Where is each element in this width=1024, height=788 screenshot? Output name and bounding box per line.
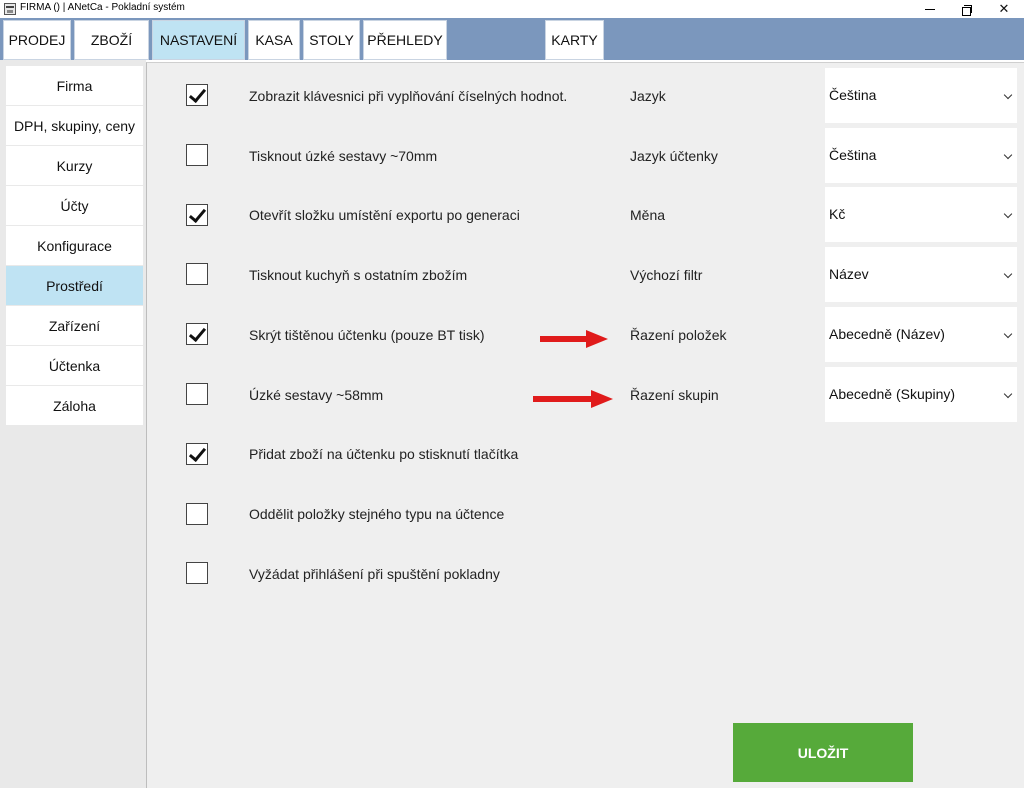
tab-karty[interactable]: KARTY xyxy=(545,20,604,60)
field-label-jazyk: Jazyk xyxy=(630,88,666,104)
option-label: Skrýt tištěnou účtenku (pouze BT tisk) xyxy=(249,327,485,343)
restore-icon xyxy=(961,4,972,16)
checkbox-print-kitchen[interactable] xyxy=(186,263,208,285)
field-label-mena: Měna xyxy=(630,207,666,223)
option-label: Zobrazit klávesnici při vyplňování čísel… xyxy=(249,88,568,104)
title-bar: FIRMA () | ANetCa - Pokladní systém ✕ xyxy=(0,0,1024,18)
checkbox-require-login[interactable] xyxy=(186,562,208,584)
group-sort-select[interactable]: Abecedně (Skupiny) xyxy=(825,367,1017,422)
sidebar-item-zarizeni[interactable]: Zařízení xyxy=(6,306,143,345)
select-value: Abecedně (Název) xyxy=(829,326,945,342)
sidebar-item-ucty[interactable]: Účty xyxy=(6,186,143,225)
default-filter-select[interactable]: Název xyxy=(825,247,1017,302)
checkbox-add-item-on-press[interactable] xyxy=(186,443,208,465)
chevron-down-icon xyxy=(1003,150,1013,160)
language-select[interactable]: Čeština xyxy=(825,68,1017,123)
tab-zbozi[interactable]: ZBOŽÍ xyxy=(74,20,149,60)
tab-prodej[interactable]: PRODEJ xyxy=(3,20,71,60)
sidebar-item-prostredi[interactable]: Prostředí xyxy=(6,266,143,305)
chevron-down-icon xyxy=(1003,209,1013,219)
option-label: Otevřít složku umístění exportu po gener… xyxy=(249,207,520,223)
receipt-language-select[interactable]: Čeština xyxy=(825,128,1017,183)
option-label: Úzké sestavy ~58mm xyxy=(249,387,384,403)
sidebar-item-uctenka[interactable]: Účtenka xyxy=(6,346,143,385)
field-label-vychozi-filtr: Výchozí filtr xyxy=(630,267,703,283)
close-icon: ✕ xyxy=(998,1,1010,16)
restore-button[interactable] xyxy=(946,0,986,18)
checkbox-show-keyboard[interactable] xyxy=(186,84,208,106)
chevron-down-icon xyxy=(1003,90,1013,100)
chevron-down-icon xyxy=(1003,389,1013,399)
top-nav: PRODEJ ZBOŽÍ NASTAVENÍ KASA STOLY PŘEHLE… xyxy=(0,18,1024,60)
select-value: Abecedně (Skupiny) xyxy=(829,386,956,402)
checkbox-separate-same-items[interactable] xyxy=(186,503,208,525)
sidebar-item-konfigurace[interactable]: Konfigurace xyxy=(6,226,143,265)
item-sort-select[interactable]: Abecedně (Název) xyxy=(825,307,1017,362)
checkbox-hide-printed-receipt[interactable] xyxy=(186,323,208,345)
checkbox-narrow-reports-70mm[interactable] xyxy=(186,144,208,166)
select-value: Kč xyxy=(829,206,846,222)
checkbox-open-export-folder[interactable] xyxy=(186,204,208,226)
tab-prehledy[interactable]: PŘEHLEDY xyxy=(363,20,447,60)
sidebar-item-kurzy[interactable]: Kurzy xyxy=(6,146,143,185)
option-label: Přidat zboží na účtenku po stisknutí tla… xyxy=(249,446,519,462)
red-arrow-icon xyxy=(533,390,613,408)
currency-select[interactable]: Kč xyxy=(825,187,1017,242)
sidebar-item-zaloha[interactable]: Záloha xyxy=(6,386,143,425)
field-label-jazyk-uctenky: Jazyk účtenky xyxy=(630,148,718,164)
settings-sidebar: Firma DPH, skupiny, ceny Kurzy Účty Konf… xyxy=(0,60,146,788)
chevron-down-icon xyxy=(1003,269,1013,279)
checkbox-narrow-reports-58mm[interactable] xyxy=(186,383,208,405)
option-label: Oddělit položky stejného typu na účtence xyxy=(249,506,505,522)
select-value: Čeština xyxy=(829,147,877,163)
field-label-razeni-skupin: Řazení skupin xyxy=(630,387,719,403)
minimize-button[interactable] xyxy=(910,0,950,18)
window-title: FIRMA () | ANetCa - Pokladní systém xyxy=(20,2,185,13)
select-value: Čeština xyxy=(829,87,877,103)
option-label: Vyžádat přihlášení při spuštění pokladny xyxy=(249,566,500,582)
sidebar-item-firma[interactable]: Firma xyxy=(6,66,143,105)
save-button[interactable]: ULOŽIT xyxy=(733,723,913,782)
option-label: Tisknout úzké sestavy ~70mm xyxy=(249,148,438,164)
sidebar-item-dph[interactable]: DPH, skupiny, ceny xyxy=(6,106,143,145)
tab-kasa[interactable]: KASA xyxy=(248,20,300,60)
tab-nastaveni[interactable]: NASTAVENÍ xyxy=(152,20,245,60)
field-label-razeni-polozek: Řazení položek xyxy=(630,327,727,343)
chevron-down-icon xyxy=(1003,329,1013,339)
select-value: Název xyxy=(829,266,869,282)
option-label: Tisknout kuchyň s ostatním zbožím xyxy=(249,267,468,283)
minimize-icon xyxy=(925,8,935,10)
close-button[interactable]: ✕ xyxy=(984,0,1024,18)
tab-stoly[interactable]: STOLY xyxy=(303,20,360,60)
cash-register-icon xyxy=(4,3,16,15)
red-arrow-icon xyxy=(540,330,608,348)
